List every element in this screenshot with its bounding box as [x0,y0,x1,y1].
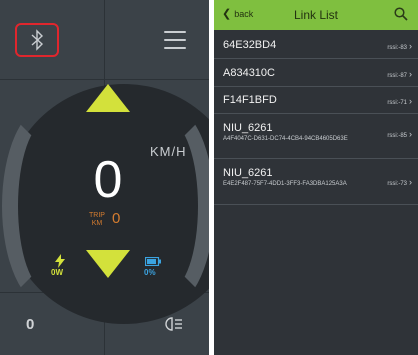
dashboard-screen: KM/H 0 TRIP KM 0 0W 0% 0 [0,0,209,355]
device-row[interactable]: F14F1BFD rssi:-71 › [214,87,418,114]
headlight-icon[interactable] [165,317,183,331]
device-rssi: rssi:-83 › [387,41,412,51]
left-arc [2,106,92,306]
chevron-right-icon: › [409,177,412,187]
battery-icon [145,257,161,266]
right-arc [124,106,209,306]
search-icon[interactable] [394,7,408,21]
link-list-screen: ❮ back Link List 64E32BD4 rssi:-83 › A834… [214,0,418,355]
device-row[interactable]: 64E32BD4 rssi:-83 › [214,30,418,59]
device-name: 64E32BD4 [223,39,277,51]
device-uuid: E4E2F487-75F7-4DD1-3FF3-FA3DBA125A3A [223,181,347,187]
bluetooth-button[interactable] [15,23,59,57]
header-bar: ❮ back Link List [214,0,418,30]
speed-up-arrow[interactable] [86,84,130,112]
device-row[interactable]: NIU_6261 E4E2F487-75F7-4DD1-3FF3-FA3DBA1… [214,159,418,205]
device-row[interactable]: NIU_6261 A4F4047C-D631-DC74-4CB4-94CB460… [214,114,418,159]
divider-top [0,79,209,80]
device-name: A834310C [223,67,275,79]
chevron-right-icon: › [409,129,412,139]
lightning-icon [55,254,65,268]
chevron-right-icon: › [409,41,412,51]
device-rssi: rssi:-71 › [387,96,412,106]
power-value: 0W [51,268,63,277]
trip-label-line1: TRIP [89,212,105,219]
trip-value: 0 [112,210,121,227]
device-name: NIU_6261 [223,122,273,134]
trip-label: TRIP KM [89,212,105,228]
chevron-right-icon: › [409,69,412,79]
device-name: NIU_6261 [223,167,273,179]
device-uuid: A4F4047C-D631-DC74-4CB4-94CB4605D63E [223,136,348,142]
bluetooth-icon [31,29,44,51]
device-name: F14F1BFD [223,94,277,106]
chevron-right-icon: › [409,96,412,106]
odometer-value: 0 [26,316,35,333]
trip-label-line2: KM [91,220,103,227]
battery-value: 0% [144,268,156,277]
speed-value: 0 [93,151,123,209]
device-rssi: rssi:-73 › [387,177,412,187]
device-rssi: rssi:-85 › [387,129,412,139]
speed-down-arrow[interactable] [86,250,130,278]
device-row[interactable]: A834310C rssi:-87 › [214,59,418,87]
device-rssi: rssi:-87 › [387,69,412,79]
page-title: Link List [293,8,339,22]
speed-unit: KM/H [150,144,187,159]
menu-icon[interactable] [164,31,186,49]
